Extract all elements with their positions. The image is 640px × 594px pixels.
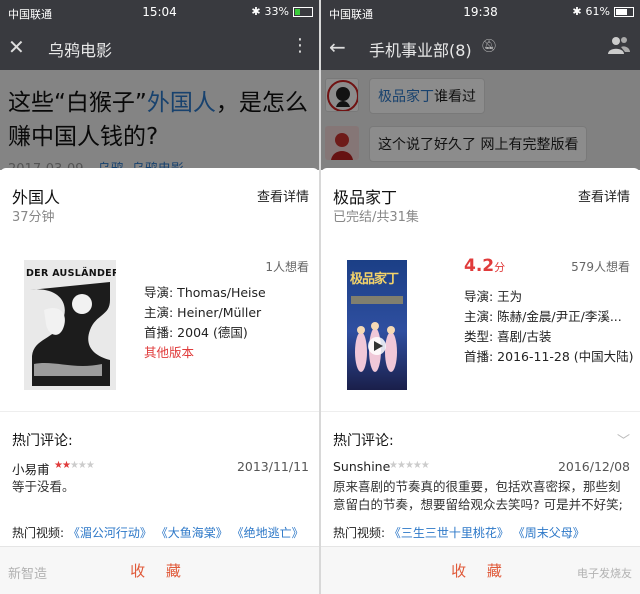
- status-bar: 中国联通 15:04 ✱ 33%: [0, 0, 319, 26]
- status-bar: 中国联通 19:38 ✱ 61%: [321, 0, 640, 26]
- battery-icon: [293, 6, 313, 17]
- director-line: 导演: Thomas/Heise: [144, 285, 266, 300]
- movie-title: 外国人: [12, 188, 61, 207]
- hot-video-link[interactable]: 《三生三世十里桃花》: [389, 526, 509, 540]
- hot-videos-label: 热门视频:: [12, 526, 65, 540]
- rating-value: 4.2: [464, 256, 495, 276]
- watermark: 新智造: [8, 567, 48, 582]
- cast-line: 主演: Heiner/Müller: [144, 305, 262, 320]
- want-to-watch-count: 579人想看: [571, 260, 630, 274]
- movie-duration: 37分钟: [12, 210, 55, 225]
- genre-line: 类型: 喜剧/古装: [464, 329, 552, 344]
- star-icon: ★: [420, 460, 430, 471]
- comment-date: 2016/12/08: [557, 459, 630, 474]
- right-phone-screen: 中国联通 19:38 ✱ 61% ← 手机事业部(8) 🔕︎ 极品家丁谁看过 这…: [321, 0, 640, 594]
- movie-poster[interactable]: DER AUSLÄNDER: [24, 260, 116, 390]
- dim-overlay[interactable]: [321, 70, 640, 170]
- cast-line: 主演: 陈赫/金晨/尹正/李溪...: [464, 309, 622, 324]
- chevron-down-icon[interactable]: ﹀: [617, 430, 630, 449]
- divider: [0, 411, 319, 412]
- movie-info-sheet: 外国人 37分钟 查看详情 DER AUSLÄNDER 1人想看 导演: Tho…: [0, 168, 319, 594]
- star-icon: ★: [54, 460, 63, 471]
- close-icon[interactable]: ✕: [8, 34, 25, 60]
- comment-date: 2013/11/11: [236, 459, 309, 474]
- hot-video-link[interactable]: 《大鱼海棠》: [156, 526, 228, 540]
- star-icon: ★: [412, 460, 422, 471]
- status-indicators: ✱ 61%: [572, 5, 634, 18]
- star-icon: ★: [61, 460, 71, 471]
- nav-title: 乌鸦电影: [48, 41, 113, 60]
- star-icon: ★: [396, 460, 406, 471]
- hot-comments-title: 热门评论:: [333, 433, 394, 449]
- chat-title: 手机事业部(8): [369, 41, 472, 60]
- movie-info-list: 导演: Thomas/Heise 主演: Heiner/Müller 首播: 2…: [144, 283, 266, 363]
- more-icon[interactable]: ⋮: [291, 35, 309, 56]
- comment-text: 原来喜剧的节奏真的很重要，包括欢喜密探，那些刻意留白的节奏，想要留给观众去笑吗?…: [333, 479, 623, 512]
- poster-title-text: DER AUSLÄNDER: [26, 268, 116, 279]
- rating-unit: 分: [494, 261, 506, 274]
- hot-videos: 热门视频: 《湄公河行动》 《大鱼海棠》 《绝地逃亡》: [12, 524, 304, 541]
- bottom-bar: 收 藏 电子发烧友: [321, 546, 640, 594]
- star-icon: ★: [389, 460, 398, 471]
- mute-icon: 🔕︎: [481, 39, 498, 54]
- hot-video-link[interactable]: 《湄公河行动》: [68, 526, 152, 540]
- comment-username: Sunshine: [333, 459, 391, 474]
- other-versions-link[interactable]: 其他版本: [144, 343, 266, 363]
- dim-overlay[interactable]: [0, 70, 319, 170]
- bluetooth-icon: ✱: [572, 5, 582, 18]
- star-icon: ★: [404, 460, 414, 471]
- view-details-link[interactable]: 查看详情: [578, 186, 630, 205]
- director-line: 导演: 王为: [464, 289, 523, 304]
- nav-bar: ✕ 乌鸦电影 ⋮: [0, 26, 319, 70]
- group-icon[interactable]: [608, 35, 630, 60]
- battery-percent: 33%: [264, 5, 289, 18]
- want-to-watch-count: 1人想看: [265, 260, 309, 274]
- star-icon: ★: [85, 460, 95, 471]
- hot-video-link[interactable]: 《绝地逃亡》: [232, 526, 304, 540]
- premiere-line: 首播: 2004 (德国): [144, 325, 248, 340]
- watermark: 电子发烧友: [577, 567, 632, 580]
- back-icon[interactable]: ←: [329, 34, 346, 60]
- bottom-bar: 收 藏 新智造: [0, 546, 319, 594]
- bluetooth-icon: ✱: [251, 5, 261, 18]
- collect-button[interactable]: 收 藏: [0, 560, 319, 581]
- hot-videos-label: 热门视频:: [333, 526, 386, 540]
- comment-star-rating: ★★★★★: [389, 460, 430, 471]
- movie-title: 极品家丁: [333, 188, 398, 207]
- battery-icon: [614, 6, 634, 17]
- hot-videos: 热门视频: 《三生三世十里桃花》 《周末父母》: [333, 524, 585, 541]
- poster-title-text: 极品家丁: [350, 272, 399, 287]
- hot-video-link[interactable]: 《周末父母》: [513, 526, 585, 540]
- divider: [321, 411, 640, 412]
- left-phone-screen: 中国联通 15:04 ✱ 33% ✕ 乌鸦电影 ⋮ 这些“白猴子”外国人，是怎么…: [0, 0, 319, 594]
- view-details-link[interactable]: 查看详情: [257, 186, 309, 205]
- movie-poster[interactable]: 极品家丁: [347, 260, 407, 390]
- rating-score: 4.2分: [464, 256, 505, 276]
- star-icon: ★: [77, 460, 87, 471]
- movie-info-list: 导演: 王为 主演: 陈赫/金晨/尹正/李溪... 类型: 喜剧/古装 首播: …: [464, 287, 634, 367]
- premiere-line: 首播: 2016-11-28 (中国大陆): [464, 349, 634, 364]
- hot-comments-title: 热门评论:: [12, 433, 73, 449]
- status-indicators: ✱ 33%: [251, 5, 313, 18]
- comment-star-rating: ★★★★★: [54, 460, 95, 471]
- comment-text: 等于没看。: [12, 479, 75, 494]
- nav-bar: ← 手机事业部(8) 🔕︎: [321, 26, 640, 70]
- movie-status: 已完结/共31集: [333, 210, 419, 225]
- movie-info-sheet: 极品家丁 已完结/共31集 查看详情 极品家丁 4.2分 579人想看 导演: …: [321, 168, 640, 594]
- comment-username: 小易甫: [12, 462, 50, 477]
- battery-percent: 61%: [585, 5, 610, 18]
- star-icon: ★: [69, 460, 79, 471]
